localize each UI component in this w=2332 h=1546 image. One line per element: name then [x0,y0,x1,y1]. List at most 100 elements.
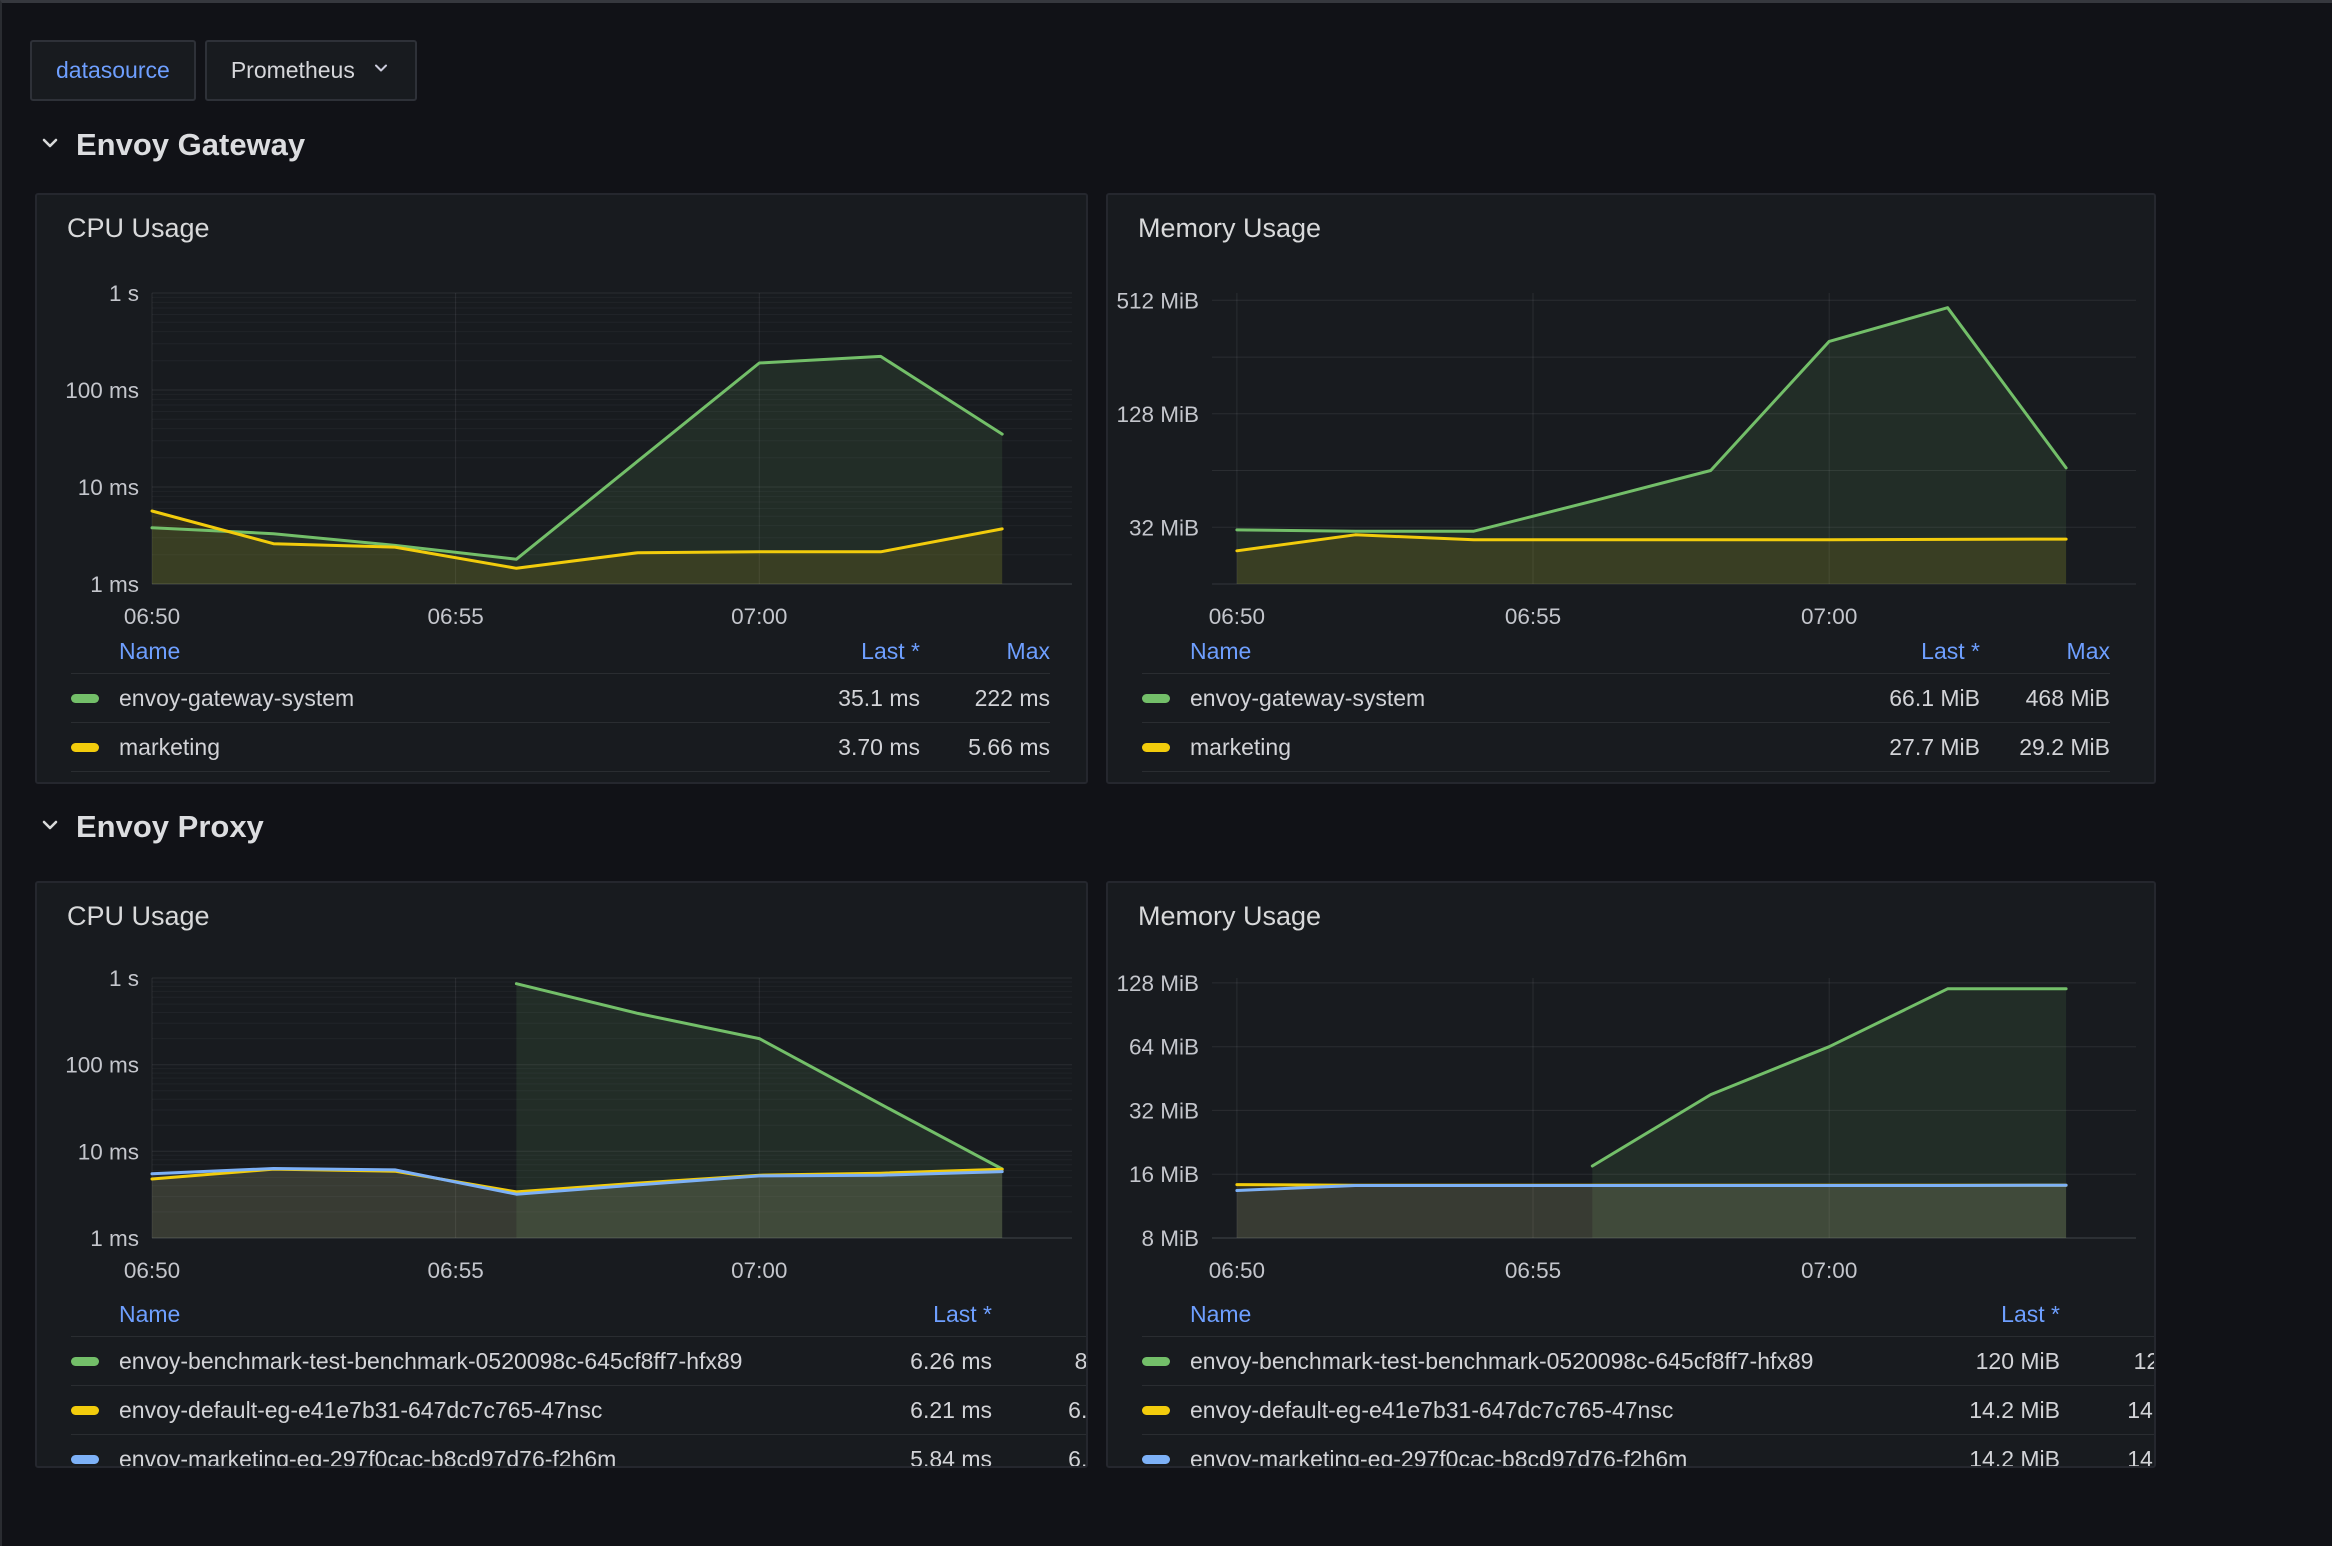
x-axis-tick-label: 06:55 [427,604,483,629]
legend-header-name[interactable]: Name [119,638,740,665]
gateway-cpu-chart[interactable]: 1 s100 ms10 ms1 ms06:5006:5507:00 [37,255,1088,638]
legend-last-value: 6.21 ms [832,1397,992,1424]
y-axis-tick-label: 128 MiB [1116,971,1199,996]
section-header-envoy-proxy[interactable]: Envoy Proxy [38,809,264,845]
legend-max-value: 860 ms [1012,1348,1088,1375]
y-axis-tick-label: 16 MiB [1129,1162,1199,1187]
series-color-pill[interactable] [1142,1406,1170,1415]
legend-max-value: 5.66 ms [940,734,1050,761]
legend-max-value: 120 MiB [2080,1348,2156,1375]
x-axis-tick-label: 07:00 [1801,1258,1857,1283]
legend-row: envoy-marketing-eg-297f0cac-b8cd97d76-f2… [71,1435,1088,1468]
proxy-cpu-legend: Name Last * Max envoy-benchmark-test-benchm… [37,1293,1088,1468]
datasource-variable-label: datasource [30,40,196,101]
y-axis-tick-label: 1 ms [90,572,139,597]
panel-title[interactable]: CPU Usage [67,213,210,244]
chart-svg: 1 s100 ms10 ms1 ms06:5006:5507:00 [37,255,1088,633]
panel-title[interactable]: Memory Usage [1138,901,1321,932]
legend-series-name[interactable]: envoy-default-eg-e41e7b31-647dc7c765-47n… [119,1397,812,1424]
legend-series-name[interactable]: envoy-default-eg-e41e7b31-647dc7c765-47n… [1190,1397,1880,1424]
chart-svg: 512 MiB 128 MiB 32 MiB 06:50 06:55 07:00 [1108,255,2156,633]
legend-last-value: 3.70 ms [760,734,920,761]
panel-proxy-cpu-usage: CPU Usage 1 s100 ms10 ms1 ms06:5006:5507… [35,881,1088,1468]
series-color-pill[interactable] [71,1406,99,1415]
legend-max-value: 14.2 MiB [2080,1397,2156,1424]
legend-series-name[interactable]: marketing [119,734,740,761]
y-axis-tick-label: 128 MiB [1116,402,1199,427]
x-axis-tick-label: 06:50 [1209,1258,1265,1283]
series-color-pill[interactable] [71,1455,99,1464]
proxy-cpu-chart[interactable]: 1 s100 ms10 ms1 ms06:5006:5507:00 [37,943,1088,1293]
section-title: Envoy Proxy [76,809,264,845]
y-axis-tick-label: 100 ms [65,378,139,403]
legend-header-last[interactable]: Last * [760,638,920,665]
series-area [1237,535,2066,584]
legend-series-name[interactable]: envoy-gateway-system [1190,685,1800,712]
series-color-pill[interactable] [71,743,99,752]
legend-max-value: 6.33 ms [1012,1446,1088,1469]
legend-series-name[interactable]: envoy-marketing-eg-297f0cac-b8cd97d76-f2… [119,1446,812,1469]
legend-header-last[interactable]: Last * [1900,1301,2060,1328]
section-collapse-icon [38,809,62,845]
datasource-dropdown[interactable]: Prometheus [205,40,417,101]
legend-last-value: 6.26 ms [832,1348,992,1375]
y-axis-tick-label: 1 ms [90,1226,139,1251]
section-collapse-icon [38,127,62,163]
series-color-pill[interactable] [1142,694,1170,703]
x-axis-tick-label: 07:00 [1801,604,1857,629]
legend-series-name[interactable]: envoy-benchmark-test-benchmark-0520098c-… [1190,1348,1880,1375]
legend-header-last[interactable]: Last * [832,1301,992,1328]
legend-header-last[interactable]: Last * [1820,638,1980,665]
template-variable-group: datasource Prometheus [30,40,417,101]
series-color-pill[interactable] [1142,1455,1170,1464]
panel-gateway-cpu-usage: CPU Usage 1 s100 ms10 ms1 ms06:5006:5507… [35,193,1088,784]
section-header-envoy-gateway[interactable]: Envoy Gateway [38,127,305,163]
legend-header-max[interactable]: Max [940,638,1050,665]
legend-series-name[interactable]: marketing [1190,734,1800,761]
legend-header-max[interactable]: Max [2000,638,2110,665]
legend-header-name[interactable]: Name [1190,638,1800,665]
legend-max-value: 468 MiB [2000,685,2110,712]
gateway-cpu-legend: NameLast *Maxenvoy-gateway-system35.1 ms… [37,630,1086,772]
legend-series-name[interactable]: envoy-marketing-eg-297f0cac-b8cd97d76-f2… [1190,1446,1880,1469]
x-axis-tick-label: 07:00 [731,1258,787,1283]
legend-series-name[interactable]: envoy-gateway-system [119,685,740,712]
x-axis-tick-label: 06:55 [1505,604,1561,629]
x-axis-tick-label: 06:55 [1505,1258,1561,1283]
chevron-down-icon [371,57,391,84]
gateway-memory-chart[interactable]: 512 MiB 128 MiB 32 MiB 06:50 06:55 07:00 [1108,255,2156,638]
legend-header-name[interactable]: Name [1190,1301,1880,1328]
legend-header-name[interactable]: Name [119,1301,812,1328]
series-color-pill[interactable] [71,1357,99,1366]
y-axis-tick-label: 10 ms [78,1139,139,1164]
y-axis-tick-label: 1 s [109,281,139,306]
legend-header-row: Name Last * Max [1142,630,2110,674]
series-color-pill[interactable] [1142,743,1170,752]
legend-row: envoy-benchmark-test-benchmark-0520098c-… [1142,1337,2156,1386]
x-axis-tick-label: 06:50 [124,604,180,629]
legend-max-value: 6.23 ms [1012,1397,1088,1424]
proxy-memory-chart[interactable]: 128 MiB64 MiB32 MiB16 MiB8 MiB06:5006:55… [1108,943,2156,1293]
gateway-memory-legend: NameLast *Maxenvoy-gateway-system66.1 Mi… [1108,630,2154,772]
legend-header-max[interactable]: Max [1012,1301,1088,1328]
x-axis-tick-label: 07:00 [731,604,787,629]
legend-header-row: Name Last * Max [71,1293,1088,1337]
legend-last-value: 27.7 MiB [1820,734,1980,761]
legend-last-value: 5.84 ms [832,1446,992,1469]
section-title: Envoy Gateway [76,127,305,163]
series-color-pill[interactable] [71,694,99,703]
panel-title[interactable]: Memory Usage [1138,213,1321,244]
panel-title[interactable]: CPU Usage [67,901,210,932]
legend-last-value: 120 MiB [1900,1348,2060,1375]
y-axis-tick-label: 32 MiB [1129,515,1199,540]
y-axis-tick-label: 512 MiB [1116,288,1199,313]
legend-header-row: Name Last * Max [1142,1293,2156,1337]
series-color-pill[interactable] [1142,1357,1170,1366]
x-axis-tick-label: 06:50 [124,1258,180,1283]
legend-header-max[interactable]: Max [2080,1301,2156,1328]
x-axis-tick-label: 06:55 [427,1258,483,1283]
x-axis-tick-label: 06:50 [1209,604,1265,629]
legend-row: envoy-default-eg-e41e7b31-647dc7c765-47n… [1142,1386,2156,1435]
y-axis-tick-label: 100 ms [65,1053,139,1078]
legend-series-name[interactable]: envoy-benchmark-test-benchmark-0520098c-… [119,1348,812,1375]
